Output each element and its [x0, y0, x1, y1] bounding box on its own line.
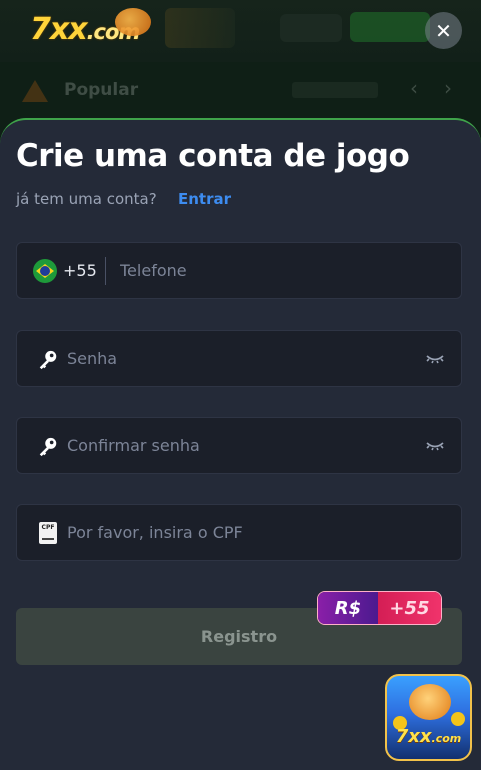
- login-link[interactable]: Entrar: [178, 190, 231, 208]
- eye-closed-icon[interactable]: [425, 351, 445, 367]
- phone-input[interactable]: [120, 243, 450, 298]
- close-icon: ✕: [435, 18, 452, 43]
- bonus-currency: R$: [318, 592, 378, 624]
- background-login-button: [280, 14, 342, 42]
- password-field: [16, 330, 462, 387]
- app-download-icon[interactable]: 7xx.com: [385, 674, 472, 761]
- key-icon: [39, 350, 57, 370]
- eye-closed-icon[interactable]: [425, 438, 445, 454]
- cpf-field: CPF: [16, 504, 462, 561]
- tiger-mascot-icon: [115, 8, 151, 36]
- logo-main: 7xx: [30, 12, 88, 47]
- app-icon-suffix: .com: [431, 732, 462, 745]
- app-icon-label: 7xx.com: [387, 726, 470, 747]
- tiger-mascot-icon: [409, 684, 451, 720]
- phone-field: +55: [16, 242, 462, 299]
- background-section-title: Popular: [64, 80, 139, 100]
- chevron-right-icon: ›: [444, 76, 452, 100]
- password-input[interactable]: [67, 331, 407, 386]
- background-see-all: [292, 82, 378, 98]
- cpf-input[interactable]: [67, 505, 447, 560]
- bonus-badge: R$ +55: [317, 591, 442, 625]
- key-icon: [39, 437, 57, 457]
- app-icon-main: 7xx: [395, 726, 432, 747]
- brazil-flag-icon[interactable]: [33, 259, 57, 283]
- cpf-card-icon: CPF: [39, 522, 57, 544]
- coin-icon: [451, 712, 465, 726]
- page-title: Crie uma conta de jogo: [16, 138, 410, 174]
- country-code[interactable]: +55: [63, 243, 97, 298]
- background-promo: [165, 8, 235, 48]
- fire-icon: [22, 80, 48, 102]
- field-divider: [105, 257, 106, 285]
- confirm-password-input[interactable]: [67, 418, 407, 473]
- confirm-password-field: [16, 417, 462, 474]
- background-register-button: [350, 12, 430, 42]
- bonus-amount: +55: [378, 592, 441, 624]
- login-prompt: já tem uma conta?: [16, 190, 157, 208]
- chevron-left-icon: ‹: [410, 76, 418, 100]
- close-button[interactable]: ✕: [425, 12, 462, 49]
